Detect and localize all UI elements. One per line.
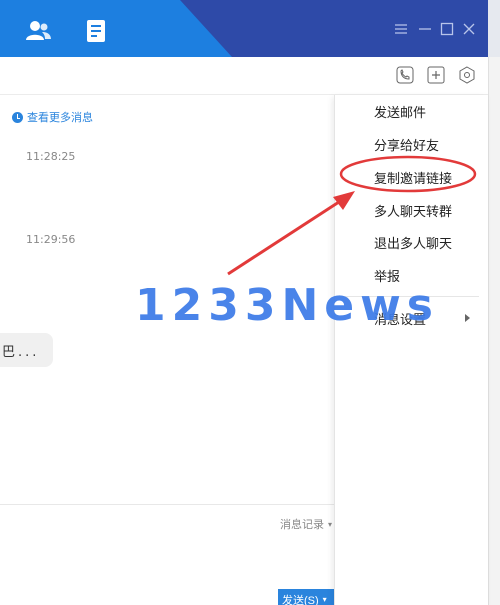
window-edge-top xyxy=(488,0,500,57)
timestamp: 11:29:56 xyxy=(26,233,76,246)
chevron-down-icon: ▾ xyxy=(328,519,333,529)
send-options-icon[interactable]: ▾ xyxy=(323,595,327,604)
contacts-icon[interactable] xyxy=(25,18,51,44)
menu-item-exit-chat[interactable]: 退出多人聊天 xyxy=(335,227,489,257)
history-label: 消息记录 xyxy=(280,518,324,531)
notes-icon[interactable] xyxy=(84,18,110,44)
title-bar-dark-section xyxy=(180,0,488,57)
timestamp: 11:28:25 xyxy=(26,150,76,163)
phone-icon[interactable] xyxy=(396,66,414,84)
message-history-button[interactable]: 消息记录 ▾ xyxy=(280,516,332,532)
clock-icon xyxy=(12,111,23,123)
context-menu: 发送邮件 分享给好友 复制邀请链接 多人聊天转群 退出多人聊天 举报 消息设置 xyxy=(334,95,488,605)
send-button[interactable]: 发送(S) ▾ xyxy=(278,589,334,605)
menu-item-convert-group[interactable]: 多人聊天转群 xyxy=(335,195,489,225)
message-bubble: 巴... xyxy=(0,333,53,367)
maximize-icon[interactable] xyxy=(440,22,454,36)
menu-item-share-friend[interactable]: 分享给好友 xyxy=(335,129,489,159)
window-edge xyxy=(488,0,500,605)
more-messages-label: 查看更多消息 xyxy=(27,111,93,124)
add-member-icon[interactable] xyxy=(427,66,445,84)
input-area[interactable]: 消息记录 ▾ 发送(S) ▾ xyxy=(0,504,334,605)
menu-item-send-email[interactable]: 发送邮件 xyxy=(335,96,489,126)
close-icon[interactable] xyxy=(462,22,476,36)
menu-icon[interactable] xyxy=(394,22,408,36)
watermark: 1233News xyxy=(135,280,439,331)
settings-hex-icon[interactable] xyxy=(458,66,476,84)
minimize-icon[interactable] xyxy=(418,22,432,36)
send-label: 发送(S) xyxy=(282,594,319,605)
chat-toolbar xyxy=(0,57,488,95)
title-bar xyxy=(0,0,488,57)
menu-item-copy-invite-link[interactable]: 复制邀请链接 xyxy=(335,162,489,192)
more-messages-link[interactable]: 查看更多消息 xyxy=(12,109,93,125)
submenu-arrow-icon xyxy=(465,314,470,322)
